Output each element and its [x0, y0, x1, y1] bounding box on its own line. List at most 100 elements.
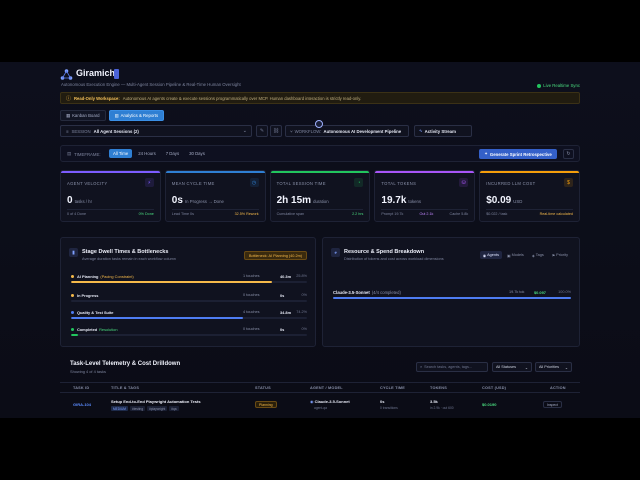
stage-tag: Resolution	[99, 327, 118, 332]
timeframe-24-hours[interactable]: 24 Hours	[134, 149, 159, 158]
col-cost[interactable]: COST (USD)	[482, 386, 506, 390]
link-icon-button[interactable]: ⛓	[270, 125, 282, 137]
task-cost: $0.0190	[482, 402, 497, 407]
agent-icon: ◉	[310, 399, 314, 404]
metric-accent-bar	[270, 171, 370, 173]
resource-row: Claude-3.5-Sonnet (4/4 completed) 19.7k t…	[333, 290, 571, 302]
metric-foot-right: 32.5% Rework	[234, 212, 259, 216]
metric-value: 0s In Progress → Done	[171, 195, 224, 206]
edit-icon-button[interactable]: ✎	[256, 125, 268, 137]
metric-label: AGENT VELOCITY	[67, 181, 108, 186]
resource-name: Claude-3.5-Sonnet (4/4 completed)	[333, 290, 401, 295]
timeframe-label-group: ▤ TIMEFRAME:	[67, 151, 101, 157]
stage-dot	[71, 275, 74, 278]
kanban-icon: ▦	[66, 112, 71, 118]
stage-dot	[71, 311, 74, 314]
status-filter-select[interactable]: All Statuses ⌄	[492, 362, 532, 372]
brand-badge	[114, 69, 119, 79]
activity-stream-button[interactable]: ∿ Activity Stream	[414, 125, 472, 137]
task-tag: #qa	[169, 406, 179, 411]
stage-percent: 25.8%	[296, 274, 307, 278]
col-cycle-time[interactable]: CYCLE TIME	[380, 386, 405, 390]
metric-foot-left: 0 of 4 Done	[67, 212, 87, 216]
panel-subtitle: Average duration tasks remain in each wo…	[82, 257, 176, 261]
stage-progress-track	[71, 334, 307, 336]
status-filter-value: All Statuses	[496, 365, 517, 369]
resource-progress-track	[333, 297, 571, 299]
segment-agents[interactable]: ◉ Agents	[479, 251, 502, 259]
metric-value: 19.7k tokens	[381, 195, 422, 206]
notice-title: Read-Only Workspace:	[74, 95, 120, 101]
app-window: Giramichi Autonomous Execution Engine — …	[0, 62, 640, 418]
stage-touches: 0 touches	[243, 293, 260, 297]
timeframe-30-days[interactable]: 30 Days	[185, 149, 209, 158]
timeframe-options: All Time 24 Hours 7 Days 30 Days	[109, 149, 209, 158]
generate-retrospective-button[interactable]: ✦ Generate Sprint Retrospective	[479, 149, 557, 159]
metric-accent-bar	[165, 171, 265, 173]
segment-priority[interactable]: ⚑ Priority	[549, 251, 571, 259]
col-title-tags[interactable]: TITLE & TAGS	[111, 386, 139, 390]
resource-progress-fill	[333, 297, 571, 299]
col-agent-model[interactable]: AGENT / MODEL	[310, 386, 343, 390]
agent-model: ◉ Claude-3.5-Sonnet	[310, 399, 350, 404]
col-task-id[interactable]: TASK ID	[73, 386, 89, 390]
timer-icon: ◔	[354, 178, 364, 187]
metric-accent-bar	[375, 171, 475, 173]
refresh-icon: ↻	[566, 151, 571, 157]
generate-label: Generate Sprint Retrospective	[489, 151, 552, 157]
stage-touches: 1 touches	[243, 274, 260, 278]
tab-label: Kanban Board	[72, 113, 100, 118]
cursor-indicator	[315, 120, 323, 128]
tab-analytics-reports[interactable]: ▥ Analytics & Reports	[108, 110, 165, 121]
stage-row-completed: Completed Resolution 0 touches 0s 0%	[71, 327, 307, 341]
timeframe-7-days[interactable]: 7 Days	[162, 149, 183, 158]
table-search-input[interactable]: ⌕ Search tasks, agents, tags...	[416, 362, 488, 372]
database-icon: ⛁	[459, 178, 469, 187]
workflow-selector[interactable]: ⑂ WORKFLOW: Autonomous AI Development Pi…	[285, 125, 409, 137]
metric-unit: USD	[513, 199, 523, 204]
info-icon: ⓘ	[66, 95, 72, 102]
metric-footer: Prompt 19.7k Out 2.1k Cache 5.8k	[381, 212, 468, 216]
table-row[interactable]: GIRA-104 Setup End-to-End Playwright Aut…	[60, 397, 580, 418]
stage-percent: 0%	[301, 327, 308, 331]
refresh-button[interactable]: ↻	[563, 149, 574, 159]
metric-divider	[276, 209, 364, 210]
resource-spend-panel: ◕ Resource & Spend Breakdown Distributio…	[322, 237, 580, 347]
metric-card-agent-velocity: AGENT VELOCITY ⚡ 0 tasks / hr 0 of 4 Done…	[60, 170, 161, 222]
panel-subtitle: Distribution of tokens and cost across w…	[344, 257, 444, 261]
token-count: 3.5k	[430, 399, 438, 404]
task-id[interactable]: GIRA-104	[73, 402, 91, 407]
timeframe-label: TIMEFRAME:	[74, 151, 101, 157]
col-status[interactable]: STATUS	[255, 386, 271, 390]
stage-row-quality-test-suite: Quality & Test Suite 4 touches 34.8m 74.…	[71, 310, 307, 324]
task-title: Setup End-to-End Playwright Automation T…	[111, 399, 201, 404]
branch-icon: ⑂	[290, 128, 293, 134]
segment-tags[interactable]: ◈ Tags	[529, 251, 547, 259]
workflow-value: Autonomous AI Development Pipeline	[323, 128, 402, 134]
col-tokens[interactable]: TOKENS	[430, 386, 447, 390]
dollar-icon: $	[563, 178, 573, 187]
metric-foot-left: Lead Time 0s	[171, 212, 194, 216]
metric-footer: Cumulative span 2.2 hrs	[277, 212, 364, 216]
priority-filter-select[interactable]: All Priorities ⌄	[535, 362, 572, 372]
bar-chart-icon: ▮	[69, 248, 78, 257]
network-logo-icon	[60, 69, 73, 80]
metric-foot-left: Cumulative span	[276, 212, 305, 216]
resource-sub: (4/4 completed)	[371, 290, 401, 295]
chevron-down-icon: ⌄	[242, 128, 247, 134]
metric-value: $0.09 USD	[486, 195, 523, 206]
view-tabs: ▦ Kanban Board ▥ Analytics & Reports	[60, 110, 165, 121]
priority-tag: MEDIUM	[111, 406, 128, 411]
stage-touches: 0 touches	[243, 327, 260, 331]
timeframe-all-time[interactable]: All Time	[109, 149, 133, 158]
resource-cost: $0.097	[534, 290, 546, 295]
inspect-button[interactable]: Inspect	[543, 401, 562, 408]
metric-foot-left: Prompt 19.7k	[381, 212, 404, 216]
letterbox-bottom	[0, 418, 640, 480]
tab-kanban-board[interactable]: ▦ Kanban Board	[60, 110, 106, 121]
edit-icon: ✎	[259, 128, 265, 134]
segment-models[interactable]: ▣ Models	[504, 251, 527, 259]
table-subtitle: Showing 4 of 4 tasks	[70, 369, 106, 374]
session-select[interactable]: ≡ SESSION All Agent Sessions (2) ⌄	[60, 125, 252, 137]
metric-card-total-session-time: TOTAL SESSION TIME ◔ 2h 15m duration Cumu…	[269, 170, 371, 222]
